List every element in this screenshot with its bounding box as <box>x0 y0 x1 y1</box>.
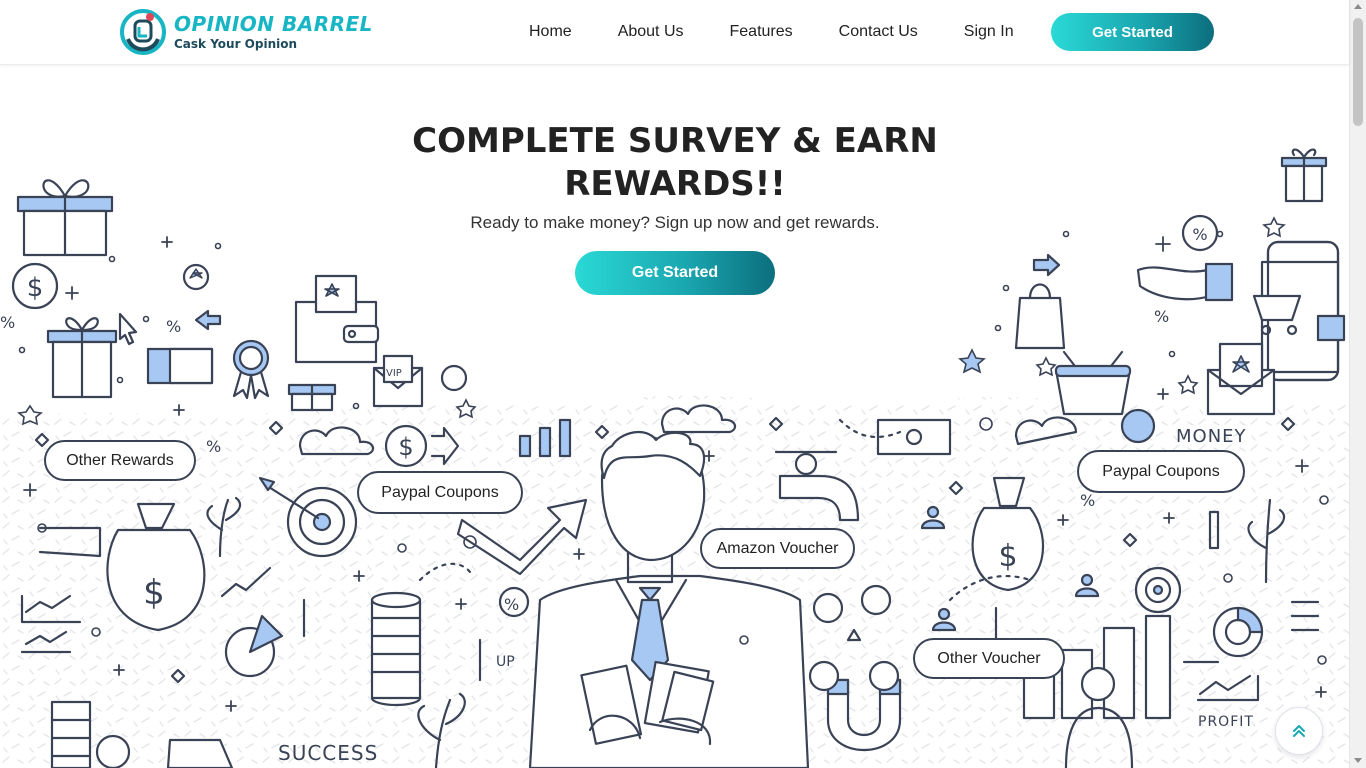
svg-text:%: % <box>1080 491 1095 510</box>
hero-title-line1: COMPLETE SURVEY & EARN <box>412 121 938 161</box>
vip-word: VIP <box>386 368 402 379</box>
bubble-other-voucher: Other Voucher <box>913 638 1065 679</box>
bubble-other-rewards: Other Rewards <box>44 440 196 481</box>
svg-text:%: % <box>206 437 221 456</box>
nav-get-started-button[interactable]: Get Started <box>1051 13 1214 51</box>
bubble-amazon-voucher: Amazon Voucher <box>700 528 855 569</box>
svg-text:%: % <box>166 317 181 336</box>
bubble-label: Paypal Coupons <box>381 483 499 501</box>
svg-text:$: $ <box>27 273 44 303</box>
up-word: UP <box>496 654 515 670</box>
bubble-label: Other Rewards <box>66 451 174 469</box>
back-to-top-button[interactable] <box>1275 707 1323 755</box>
scroll-thumb[interactable] <box>1353 18 1363 126</box>
scroll-down-arrow-icon[interactable] <box>1354 758 1362 763</box>
page-scrollbar[interactable] <box>1349 0 1366 768</box>
svg-text:%: % <box>504 595 519 614</box>
svg-text:$: $ <box>998 539 1017 574</box>
hero-subtitle: Ready to make money? Sign up now and get… <box>470 213 880 232</box>
svg-text:$: $ <box>143 573 165 613</box>
barrel-logo-icon <box>120 9 166 55</box>
main-nav: Home About Us Features Contact Us Sign I… <box>529 0 1014 64</box>
scroll-up-arrow-icon[interactable] <box>1354 4 1362 9</box>
nav-sign-in[interactable]: Sign In <box>964 23 1014 41</box>
nav-home[interactable]: Home <box>529 23 572 41</box>
svg-text:%: % <box>0 313 15 332</box>
nav-features[interactable]: Features <box>730 23 793 41</box>
success-word: SUCCESS <box>278 741 378 765</box>
bubble-label: Amazon Voucher <box>716 539 839 557</box>
bubble-label: Other Voucher <box>937 649 1041 667</box>
bubble-label: Paypal Coupons <box>1102 462 1220 480</box>
double-chevron-up-icon <box>1293 725 1305 737</box>
nav-contact-us[interactable]: Contact Us <box>839 23 918 41</box>
money-word: MONEY <box>1176 426 1247 447</box>
site-header: OPINION BARREL Cask Your Opinion Home Ab… <box>0 0 1349 65</box>
svg-text:$: $ <box>398 433 413 461</box>
brand-name: OPINION BARREL <box>174 12 373 36</box>
svg-text:%: % <box>1192 225 1207 244</box>
bubble-paypal-coupons-right: Paypal Coupons <box>1077 450 1245 493</box>
hero-get-started-button[interactable]: Get Started <box>575 251 775 295</box>
bubble-paypal-coupons: Paypal Coupons <box>357 471 523 514</box>
svg-text:%: % <box>1154 307 1169 326</box>
brand-logo[interactable]: OPINION BARREL Cask Your Opinion <box>120 9 373 55</box>
page: $ % $ $ $ % % % % % % MONEY SUCCESS PROF… <box>0 0 1366 768</box>
profit-word: PROFIT <box>1198 714 1254 730</box>
nav-about-us[interactable]: About Us <box>618 23 684 41</box>
hero-title-line2: REWARDS!! <box>564 164 786 204</box>
hero-title: COMPLETE SURVEY & EARN REWARDS!! <box>375 120 975 206</box>
brand-tagline: Cask Your Opinion <box>174 37 298 51</box>
